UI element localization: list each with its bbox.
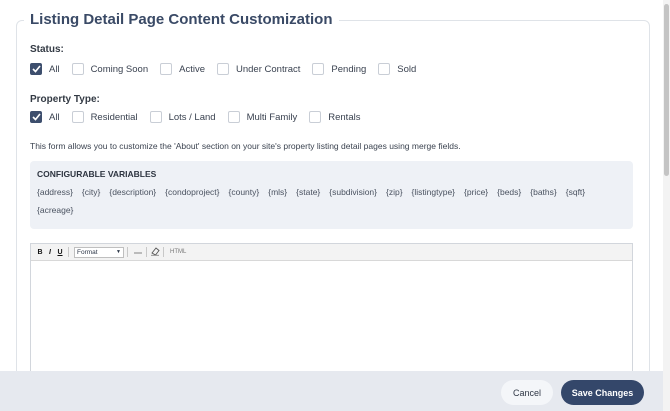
property-type-options: All Residential Lots / Land Multi Family… — [30, 110, 372, 124]
page-title: Listing Detail Page Content Customizatio… — [24, 10, 339, 30]
variables-title: CONFIGURABLE VARIABLES — [37, 169, 157, 179]
property-type-residential-checkbox[interactable] — [71, 111, 84, 123]
eraser-icon[interactable] — [150, 243, 160, 261]
variable-address: {address} — [37, 187, 73, 197]
status-active-checkbox[interactable] — [160, 63, 173, 75]
variable-sqft: {sqft} — [565, 187, 586, 197]
status-all-option[interactable]: All — [30, 62, 72, 76]
toolbar-divider — [127, 247, 128, 257]
status-pending-checkbox[interactable] — [312, 63, 325, 75]
form-description: This form allows you to customize the 'A… — [30, 141, 461, 151]
variable-city: {city} — [81, 187, 101, 197]
toolbar-divider — [68, 247, 69, 257]
property-type-rentals-label: Rentals — [328, 111, 361, 123]
check-icon — [31, 113, 41, 121]
status-label: Status: — [30, 44, 64, 55]
status-sold-option[interactable]: Sold — [378, 62, 428, 76]
variable-price: {price} — [464, 187, 489, 197]
chevron-down-icon: ▼ — [116, 249, 121, 255]
variable-condoproject: {condoproject} — [165, 187, 220, 197]
cancel-button[interactable]: Cancel — [501, 380, 553, 405]
property-type-all-checkbox[interactable] — [30, 111, 42, 123]
variable-listingtype: {listingtype} — [411, 187, 456, 197]
scrollbar-thumb[interactable] — [664, 4, 669, 176]
property-type-label: Property Type: — [30, 94, 100, 105]
variable-mls: {mls} — [268, 187, 288, 197]
status-under-contract-label: Under Contract — [236, 63, 301, 75]
editor-content-area[interactable] — [31, 261, 632, 373]
variable-subdivision: {subdivision} — [329, 187, 377, 197]
toolbar-divider — [146, 247, 147, 257]
check-icon — [31, 65, 41, 73]
toolbar-divider — [163, 247, 164, 257]
status-options: All Coming Soon Active Under Contract Pe… — [30, 62, 428, 76]
property-type-rentals-option[interactable]: Rentals — [309, 110, 372, 124]
property-type-residential-option[interactable]: Residential — [71, 110, 150, 124]
variable-baths: {baths} — [530, 187, 557, 197]
horizontal-rule-icon[interactable] — [133, 243, 143, 261]
bold-button[interactable]: B — [35, 249, 45, 256]
status-active-label: Active — [179, 63, 205, 75]
status-coming-soon-option[interactable]: Coming Soon — [71, 62, 161, 76]
save-changes-button[interactable]: Save Changes — [561, 380, 644, 405]
html-source-button[interactable]: HTML — [170, 249, 186, 255]
format-select-value: Format — [77, 248, 98, 256]
variable-state: {state} — [296, 187, 321, 197]
property-type-lots-land-checkbox[interactable] — [149, 111, 162, 123]
status-coming-soon-checkbox[interactable] — [71, 63, 84, 75]
property-type-lots-land-label: Lots / Land — [168, 111, 216, 123]
property-type-lots-land-option[interactable]: Lots / Land — [149, 110, 228, 124]
status-under-contract-option[interactable]: Under Contract — [217, 62, 312, 76]
format-select[interactable]: Format ▼ — [74, 246, 124, 258]
property-type-all-label: All — [49, 111, 60, 123]
rich-text-editor: B I U Format ▼ HTML — [30, 243, 633, 373]
variables-panel: CONFIGURABLE VARIABLES {address} {city} … — [30, 161, 633, 229]
status-active-option[interactable]: Active — [160, 62, 217, 76]
status-pending-label: Pending — [331, 63, 367, 75]
variable-description: {description} — [109, 187, 157, 197]
property-type-multi-family-option[interactable]: Multi Family — [227, 110, 310, 124]
status-all-label: All — [49, 63, 60, 75]
status-sold-label: Sold — [397, 63, 417, 75]
status-coming-soon-label: Coming Soon — [90, 63, 149, 75]
variable-beds: {beds} — [497, 187, 522, 197]
status-sold-checkbox[interactable] — [378, 63, 391, 75]
editor-toolbar: B I U Format ▼ HTML — [31, 244, 632, 261]
status-all-checkbox[interactable] — [30, 63, 42, 75]
underline-button[interactable]: U — [55, 249, 65, 256]
property-type-all-option[interactable]: All — [30, 110, 72, 124]
property-type-residential-label: Residential — [90, 111, 138, 123]
property-type-rentals-checkbox[interactable] — [309, 111, 322, 123]
status-pending-option[interactable]: Pending — [312, 62, 378, 76]
variables-list: {address} {city} {description} {condopro… — [37, 186, 627, 216]
italic-button[interactable]: I — [45, 249, 55, 256]
property-type-multi-family-checkbox[interactable] — [227, 111, 240, 123]
status-under-contract-checkbox[interactable] — [217, 63, 229, 75]
variable-county: {county} — [228, 187, 260, 197]
variable-zip: {zip} — [386, 187, 403, 197]
property-type-multi-family-label: Multi Family — [246, 111, 298, 123]
variable-acreage: {acreage} — [37, 205, 74, 215]
